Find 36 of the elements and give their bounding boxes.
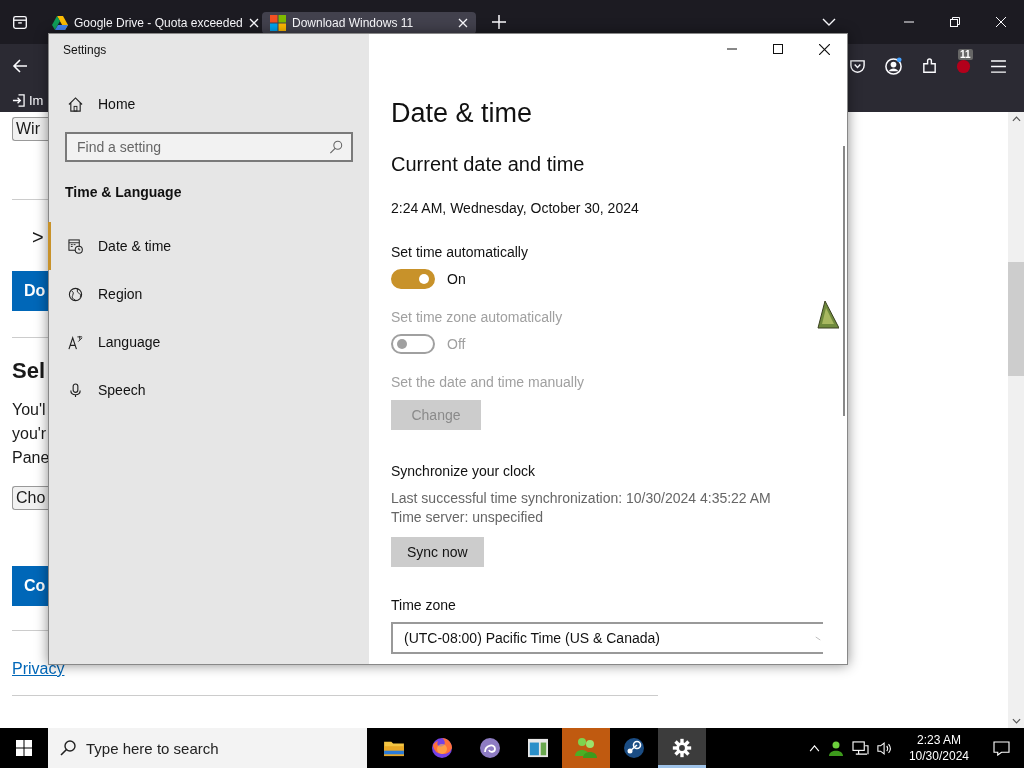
search-field[interactable]: Find a setting (65, 132, 353, 162)
home-nav-item[interactable]: Home (48, 80, 369, 128)
window-title: Settings (63, 43, 108, 57)
browser-tab[interactable]: Download Windows 11 (262, 12, 476, 34)
nav-item[interactable]: Speech (48, 366, 369, 414)
sync-info: Last successful time synchronization: 10/30/2024 4:35:22 AM Time server: unspecified (391, 489, 772, 527)
clock[interactable]: 2:23 AM 10/30/2024 (908, 732, 969, 764)
select-field[interactable]: Cho (12, 486, 48, 510)
page-title: Date & time (391, 98, 534, 129)
setting-label: Set time automatically (391, 244, 528, 260)
section-title: Time & Language (65, 184, 183, 200)
section-heading: Current date and time (391, 153, 586, 176)
toggle-state: Off (447, 336, 466, 352)
download-button[interactable]: Do (12, 271, 48, 311)
time-zone-dropdown[interactable]: (UTC-08:00) Pacific Time (US & Canada) (391, 622, 823, 654)
count-badge: 11 (958, 48, 973, 60)
tab-title: Download Windows 11 (292, 16, 415, 30)
setting-label: Synchronize your clock (391, 463, 535, 479)
chevron[interactable]: > (32, 226, 44, 249)
select-field[interactable]: Wir (12, 117, 48, 141)
section-heading: Sel (12, 358, 46, 384)
paragraph: You'l you'r Pane (12, 400, 50, 468)
nav-item[interactable]: Region (48, 270, 369, 318)
setting-label: Time zone (391, 597, 456, 613)
bookmark-item[interactable]: Im (12, 92, 44, 108)
privacy-link[interactable]: Privacy (12, 660, 65, 677)
setting-label: Set time zone automatically (391, 309, 563, 325)
toggle-state: On (447, 271, 466, 287)
download-button[interactable]: Co (12, 566, 48, 606)
tab-title: Google Drive - Quota exceeded (74, 16, 243, 30)
taskbar-search-field[interactable]: Type here to search (48, 728, 367, 768)
sync-button[interactable]: Sync now (391, 537, 484, 567)
setting-label: Set the date and time manually (391, 374, 584, 390)
current-date-time: 2:24 AM, Wednesday, October 30, 2024 (391, 200, 640, 216)
browser-tab[interactable]: Google Drive - Quota exceeded (44, 12, 258, 34)
nav-item[interactable]: Language (48, 318, 369, 366)
